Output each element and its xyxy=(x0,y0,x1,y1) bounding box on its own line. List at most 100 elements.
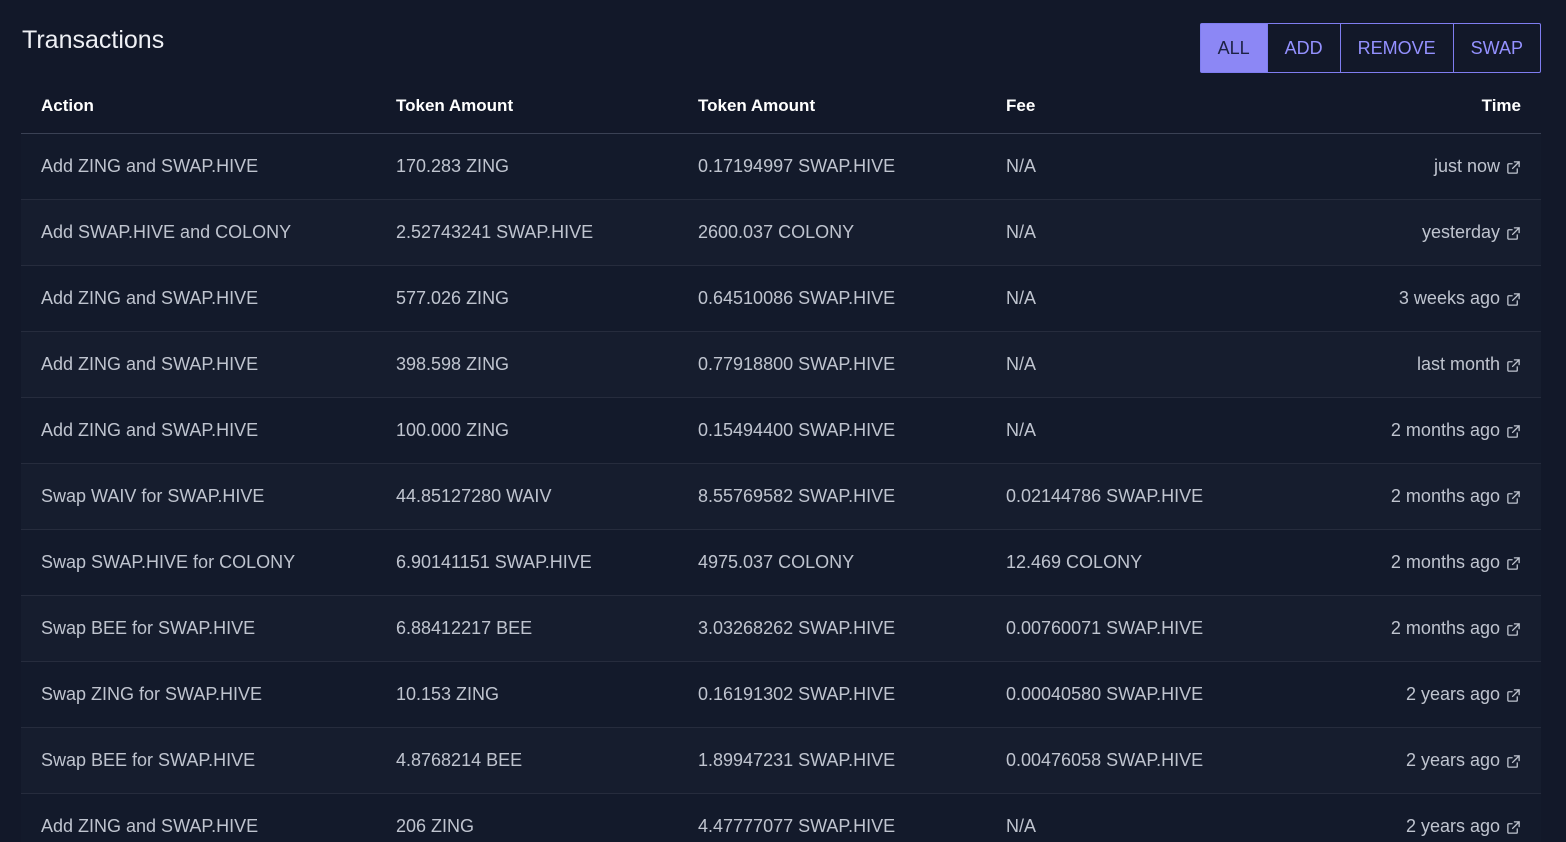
cell-token-amount-1: 6.90141151 SWAP.HIVE xyxy=(396,552,592,572)
cell-time[interactable]: yesterday xyxy=(1306,222,1541,243)
table-row: Swap SWAP.HIVE for COLONY 6.90141151 SWAP… xyxy=(21,530,1541,596)
time-link[interactable]: 2 months ago xyxy=(1391,552,1500,573)
cell-action: Swap BEE for SWAP.HIVE xyxy=(41,618,256,638)
cell-action: Swap SWAP.HIVE for COLONY xyxy=(41,552,296,572)
cell-token-amount-2: 0.77918800 SWAP.HIVE xyxy=(698,354,896,374)
header-action: Action xyxy=(41,96,94,115)
external-link-icon[interactable] xyxy=(1506,423,1521,438)
cell-token-amount-1: 4.8768214 BEE xyxy=(396,750,523,770)
filter-swap-button[interactable]: SWAP xyxy=(1452,24,1540,72)
cell-time[interactable]: 2 months ago xyxy=(1306,552,1541,573)
cell-token-amount-1: 44.85127280 WAIV xyxy=(396,486,552,506)
header-fee: Fee xyxy=(1006,96,1036,115)
table-row: Add ZING and SWAP.HIVE 398.598 ZING 0.7791… xyxy=(21,332,1541,398)
external-link-icon[interactable] xyxy=(1506,753,1521,768)
cell-time[interactable]: just now xyxy=(1306,156,1541,177)
cell-action: Swap WAIV for SWAP.HIVE xyxy=(41,486,265,506)
table-row: Add ZING and SWAP.HIVE 100.000 ZING 0.1549… xyxy=(21,398,1541,464)
cell-action: Add ZING and SWAP.HIVE xyxy=(41,288,259,308)
cell-time[interactable]: 3 weeks ago xyxy=(1306,288,1541,309)
table-row: Swap BEE for SWAP.HIVE 4.8768214 BEE 1.899… xyxy=(21,728,1541,794)
external-link-icon[interactable] xyxy=(1506,819,1521,834)
header-token-amount-2: Token Amount xyxy=(698,96,816,115)
cell-token-amount-2: 0.64510086 SWAP.HIVE xyxy=(698,288,896,308)
cell-time[interactable]: last month xyxy=(1306,354,1541,375)
cell-token-amount-2: 4975.037 COLONY xyxy=(698,552,855,572)
cell-fee: N/A xyxy=(1006,420,1037,440)
table-row: Add SWAP.HIVE and COLONY 2.52743241 SWAP.… xyxy=(21,200,1541,266)
cell-time[interactable]: 2 years ago xyxy=(1306,816,1541,837)
cell-token-amount-2: 8.55769582 SWAP.HIVE xyxy=(698,486,896,506)
time-link[interactable]: 2 years ago xyxy=(1406,684,1500,705)
table-row: Add ZING and SWAP.HIVE 577.026 ZING 0.6451… xyxy=(21,266,1541,332)
external-link-icon[interactable] xyxy=(1506,357,1521,372)
table-row: Swap WAIV for SWAP.HIVE 44.85127280 WAIV 8… xyxy=(21,464,1541,530)
cell-action: Add ZING and SWAP.HIVE xyxy=(41,816,259,836)
cell-token-amount-2: 0.15494400 SWAP.HIVE xyxy=(698,420,896,440)
cell-action: Swap ZING for SWAP.HIVE xyxy=(41,684,263,704)
cell-token-amount-1: 10.153 ZING xyxy=(396,684,500,704)
table-row: Swap BEE for SWAP.HIVE 6.88412217 BEE 3.03… xyxy=(21,596,1541,662)
cell-token-amount-1: 577.026 ZING xyxy=(396,288,510,308)
external-link-icon[interactable] xyxy=(1506,621,1521,636)
cell-token-amount-1: 6.88412217 BEE xyxy=(396,618,533,638)
cell-token-amount-2: 0.17194997 SWAP.HIVE xyxy=(698,156,896,176)
cell-time[interactable]: 2 months ago xyxy=(1306,618,1541,639)
cell-token-amount-1: 206 ZING xyxy=(396,816,475,836)
cell-token-amount-1: 398.598 ZING xyxy=(396,354,510,374)
cell-time[interactable]: 2 months ago xyxy=(1306,486,1541,507)
cell-fee: 0.00760071 SWAP.HIVE xyxy=(1006,618,1204,638)
cell-action: Add ZING and SWAP.HIVE xyxy=(41,420,259,440)
cell-time[interactable]: 2 years ago xyxy=(1306,684,1541,705)
cell-time[interactable]: 2 months ago xyxy=(1306,420,1541,441)
page-title: Transactions xyxy=(22,26,165,54)
time-link[interactable]: yesterday xyxy=(1422,222,1500,243)
cell-fee: 12.469 COLONY xyxy=(1006,552,1143,572)
time-link[interactable]: last month xyxy=(1417,354,1500,375)
external-link-icon[interactable] xyxy=(1506,291,1521,306)
external-link-icon[interactable] xyxy=(1506,225,1521,240)
filter-all-button[interactable]: ALL xyxy=(1200,24,1267,72)
cell-fee: N/A xyxy=(1006,354,1037,374)
cell-fee: N/A xyxy=(1006,288,1037,308)
cell-action: Add SWAP.HIVE and COLONY xyxy=(41,222,292,242)
cell-action: Add ZING and SWAP.HIVE xyxy=(41,156,259,176)
external-link-icon[interactable] xyxy=(1506,159,1521,174)
header-token-amount-1: Token Amount xyxy=(396,96,514,115)
transactions-panel: Transactions ALL ADD REMOVE SWAP Action … xyxy=(0,0,1566,842)
cell-fee: 0.00040580 SWAP.HIVE xyxy=(1006,684,1204,704)
cell-time[interactable]: 2 years ago xyxy=(1306,750,1541,771)
time-link[interactable]: 2 years ago xyxy=(1406,816,1500,837)
cell-token-amount-2: 4.47777077 SWAP.HIVE xyxy=(698,816,896,836)
cell-fee: N/A xyxy=(1006,816,1037,836)
header-time: Time xyxy=(1481,96,1521,115)
time-link[interactable]: 2 months ago xyxy=(1391,486,1500,507)
cell-token-amount-2: 0.16191302 SWAP.HIVE xyxy=(698,684,896,704)
table-row: Add ZING and SWAP.HIVE 170.283 ZING 0.1719… xyxy=(21,134,1541,200)
external-link-icon[interactable] xyxy=(1506,687,1521,702)
filter-tabs: ALL ADD REMOVE SWAP xyxy=(1199,23,1541,73)
cell-fee: 0.00476058 SWAP.HIVE xyxy=(1006,750,1204,770)
time-link[interactable]: just now xyxy=(1434,156,1500,177)
external-link-icon[interactable] xyxy=(1506,489,1521,504)
filter-add-button[interactable]: ADD xyxy=(1266,24,1340,72)
cell-token-amount-2: 1.89947231 SWAP.HIVE xyxy=(698,750,896,770)
cell-fee: N/A xyxy=(1006,156,1037,176)
cell-token-amount-2: 2600.037 COLONY xyxy=(698,222,855,242)
cell-token-amount-1: 170.283 ZING xyxy=(396,156,510,176)
cell-action: Add ZING and SWAP.HIVE xyxy=(41,354,259,374)
external-link-icon[interactable] xyxy=(1506,555,1521,570)
time-link[interactable]: 3 weeks ago xyxy=(1399,288,1500,309)
cell-token-amount-1: 2.52743241 SWAP.HIVE xyxy=(396,222,594,242)
cell-fee: N/A xyxy=(1006,222,1037,242)
table-body: Add ZING and SWAP.HIVE 170.283 ZING 0.1719… xyxy=(21,134,1541,842)
table-row: Add ZING and SWAP.HIVE 206 ZING 4.47777077… xyxy=(21,794,1541,842)
transactions-table: Action Token Amount Token Amount Fee Tim… xyxy=(21,79,1541,842)
cell-token-amount-1: 100.000 ZING xyxy=(396,420,510,440)
cell-action: Swap BEE for SWAP.HIVE xyxy=(41,750,256,770)
filter-remove-button[interactable]: REMOVE xyxy=(1339,24,1453,72)
cell-token-amount-2: 3.03268262 SWAP.HIVE xyxy=(698,618,896,638)
time-link[interactable]: 2 months ago xyxy=(1391,420,1500,441)
time-link[interactable]: 2 months ago xyxy=(1391,618,1500,639)
time-link[interactable]: 2 years ago xyxy=(1406,750,1500,771)
